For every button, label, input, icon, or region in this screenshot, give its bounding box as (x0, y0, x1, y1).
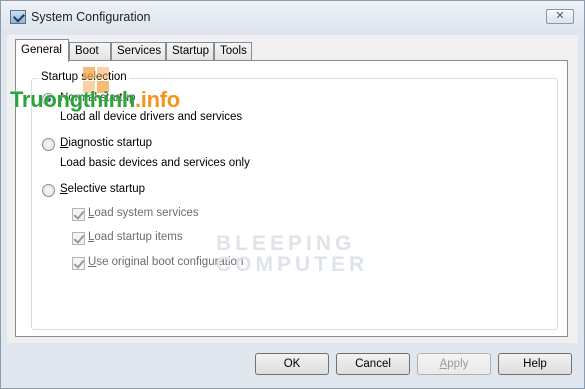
tab-general-label: General (21, 44, 62, 56)
selective-startup-radio[interactable]: Selective startup (42, 182, 242, 198)
load-system-services-label: Load system services (88, 207, 199, 219)
tab-boot-label: Boot (75, 45, 99, 57)
diagnostic-startup-label: Diagnostic startup (60, 137, 153, 149)
close-button[interactable]: ✕ (546, 9, 574, 24)
dialog-button-bar: OK Cancel Apply Help (1, 343, 584, 388)
help-button[interactable]: Help (498, 353, 572, 375)
checkbox-checked-icon (72, 232, 85, 245)
title-bar[interactable]: System Configuration ✕ (1, 1, 584, 33)
truongthinh-watermark: Truongthinh.info (10, 87, 180, 113)
window-title: System Configuration (31, 10, 151, 24)
load-system-services-checkbox[interactable]: Load system services (72, 206, 292, 222)
selective-startup-label: Selective startup (60, 183, 146, 195)
radio-button-icon (42, 184, 55, 197)
cancel-button[interactable]: Cancel (336, 353, 410, 375)
radio-button-icon (42, 138, 55, 151)
checkbox-checked-icon (72, 257, 85, 270)
tab-tools-label: Tools (220, 45, 247, 57)
tab-startup[interactable]: Startup (166, 42, 214, 61)
close-icon: ✕ (555, 10, 565, 22)
diagnostic-startup-radio[interactable]: Diagnostic startup (42, 136, 242, 152)
bleeping-computer-watermark: BLEEPING COMPUTER (216, 233, 368, 275)
system-configuration-window: System Configuration ✕ General Boot Serv… (0, 0, 585, 389)
tab-tools[interactable]: Tools (214, 42, 252, 61)
apply-button[interactable]: Apply (417, 353, 491, 375)
msconfig-icon (10, 10, 26, 24)
tab-general[interactable]: General (15, 39, 69, 62)
tab-services-label: Services (117, 45, 162, 57)
load-startup-items-label: Load startup items (88, 231, 183, 243)
tab-services[interactable]: Services (111, 42, 166, 61)
ok-button[interactable]: OK (255, 353, 329, 375)
watermark-line-1: BLEEPING (216, 232, 356, 255)
watermark-line-2: COMPUTER (216, 253, 369, 276)
checkbox-checked-icon (72, 208, 85, 221)
tab-startup-label: Startup (172, 45, 210, 57)
watermark-site-suffix: .info (135, 87, 180, 112)
watermark-site-name: Truongthinh (10, 87, 135, 112)
tab-boot[interactable]: Boot (69, 42, 111, 61)
startup-selection-group: Startup selection Normal startup Load al… (31, 71, 558, 330)
diagnostic-startup-description: Load basic devices and services only (60, 157, 250, 169)
